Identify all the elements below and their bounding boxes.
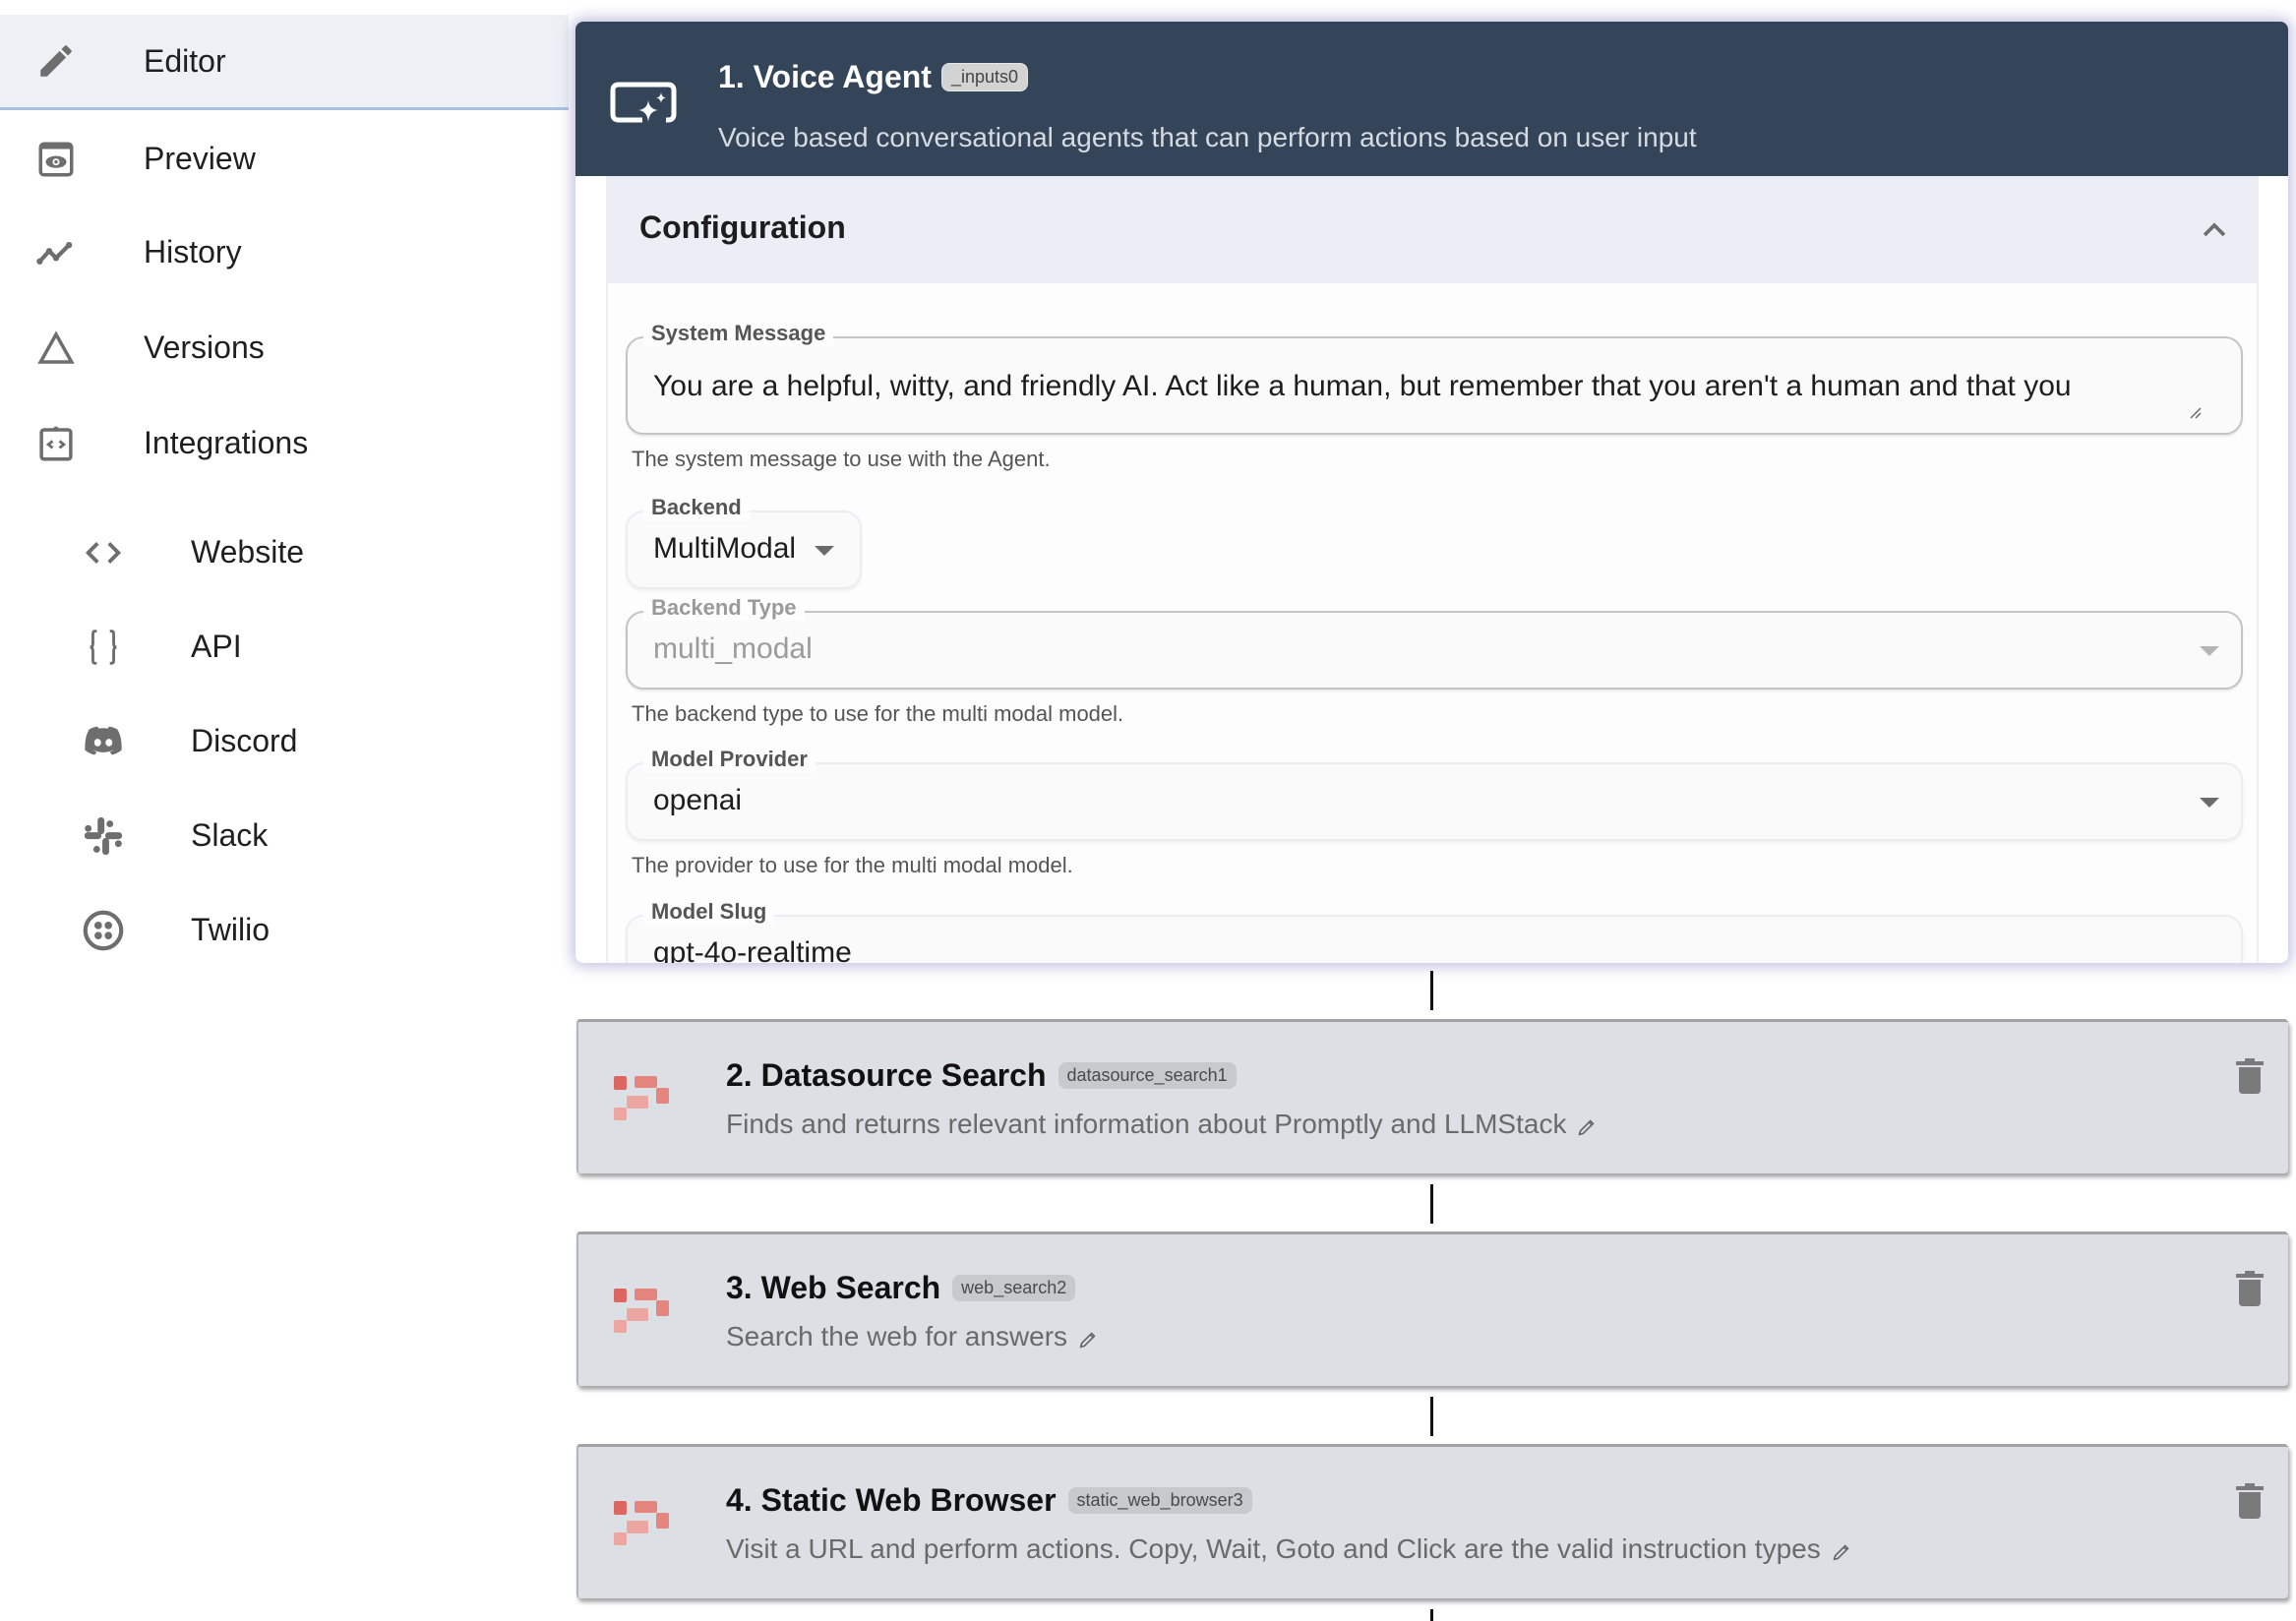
- sidebar-item-website[interactable]: Website: [0, 505, 569, 600]
- system-message-label: System Message: [643, 321, 834, 346]
- sidebar: Editor Preview History Versions Integrat…: [0, 0, 569, 1619]
- triangle-icon: [35, 328, 77, 369]
- processor-description: Finds and returns relevant information a…: [726, 1109, 1567, 1139]
- system-message-value: You are a helpful, witty, and friendly A…: [653, 370, 2072, 402]
- sidebar-item-slack[interactable]: Slack: [0, 788, 569, 883]
- processor-card-web-search[interactable]: 3. Web Search web_search2 Search the web…: [576, 1231, 2288, 1386]
- processor-description: Search the web for answers: [726, 1321, 1068, 1351]
- model-provider-helper: The provider to use for the multi modal …: [632, 853, 1073, 877]
- configuration-accordion-header[interactable]: Configuration: [608, 176, 2257, 283]
- processor-id-badge: static_web_browser3: [1067, 1487, 1252, 1514]
- model-slug-value: gpt-4o-realtime: [653, 936, 852, 963]
- connector-line: [1430, 971, 1433, 1010]
- sidebar-item-discord[interactable]: Discord: [0, 693, 569, 789]
- edit-pencil-icon[interactable]: [1831, 1538, 1852, 1561]
- backend-type-select[interactable]: Backend Type multi_modal: [626, 595, 2243, 690]
- model-provider-label: Model Provider: [643, 747, 816, 772]
- sidebar-item-preview[interactable]: Preview: [0, 111, 569, 207]
- processor-title: 3. Web Search: [726, 1270, 941, 1305]
- voice-agent-title: 1. Voice Agent: [718, 59, 932, 94]
- sidebar-item-label: Preview: [144, 141, 256, 176]
- backend-type-label: Backend Type: [643, 595, 805, 621]
- backend-select[interactable]: Backend MultiModal: [626, 495, 862, 589]
- slack-icon: [81, 813, 126, 859]
- history-line-icon: [35, 232, 77, 273]
- edit-pencil-icon[interactable]: [1576, 1113, 1598, 1136]
- sidebar-item-api[interactable]: API: [0, 599, 569, 694]
- sidebar-item-label: Slack: [191, 817, 269, 853]
- delete-trash-icon[interactable]: [2235, 1270, 2265, 1307]
- sidebar-item-label: Website: [191, 534, 305, 570]
- promptly-logo-icon: [612, 1286, 671, 1339]
- resize-handle-icon[interactable]: [2188, 405, 2202, 419]
- promptly-logo-icon: [612, 1073, 671, 1126]
- sidebar-item-integrations[interactable]: Integrations: [0, 395, 569, 491]
- sidebar-item-label: Twilio: [191, 912, 271, 947]
- pencil-icon: [35, 40, 77, 82]
- model-slug-label: Model Slug: [643, 899, 775, 925]
- connector-line: [1430, 1609, 1433, 1621]
- chevron-up-icon[interactable]: [2198, 213, 2231, 247]
- dropdown-arrow-icon: [815, 546, 834, 556]
- model-provider-value: openai: [653, 784, 743, 816]
- processor-card-static-web-browser[interactable]: 4. Static Web Browser static_web_browser…: [576, 1444, 2288, 1598]
- connector-line: [1430, 1184, 1433, 1224]
- braces-icon: [81, 625, 126, 670]
- processor-title: 4. Static Web Browser: [726, 1482, 1057, 1518]
- dropdown-arrow-icon: [2200, 646, 2219, 656]
- system-message-textarea[interactable]: System Message You are a helpful, witty,…: [626, 321, 2243, 435]
- delete-trash-icon[interactable]: [2235, 1482, 2265, 1520]
- backend-label: Backend: [643, 495, 750, 520]
- agent-sparkle-icon: [609, 77, 678, 132]
- configuration-section: Configuration System Message You are a h…: [606, 176, 2259, 963]
- voice-agent-header[interactable]: 1. Voice Agent _inputs0 Voice based conv…: [575, 22, 2288, 176]
- voice-agent-id-badge: _inputs0: [940, 63, 1028, 91]
- sidebar-item-label: Integrations: [144, 425, 309, 460]
- sidebar-item-label: Versions: [144, 330, 265, 365]
- preview-eye-icon: [35, 139, 77, 180]
- sidebar-item-label: Discord: [191, 723, 298, 758]
- sidebar-item-label: History: [144, 234, 242, 270]
- voice-agent-description: Voice based conversational agents that c…: [718, 122, 1697, 152]
- sidebar-item-history[interactable]: History: [0, 205, 569, 300]
- processor-id-badge: web_search2: [952, 1275, 1076, 1301]
- model-slug-input[interactable]: Model Slug gpt-4o-realtime: [626, 899, 2243, 963]
- backend-type-value: multi_modal: [653, 632, 813, 665]
- processor-id-badge: datasource_search1: [1057, 1062, 1237, 1089]
- backend-type-helper: The backend type to use for the multi mo…: [632, 701, 1124, 726]
- backend-value: MultiModal: [653, 532, 797, 565]
- code-icon: [81, 530, 126, 575]
- processor-title: 2. Datasource Search: [726, 1057, 1047, 1093]
- system-message-helper: The system message to use with the Agent…: [632, 447, 1051, 471]
- delete-trash-icon[interactable]: [2235, 1057, 2265, 1095]
- sidebar-item-label: API: [191, 629, 242, 664]
- dropdown-arrow-icon: [2200, 798, 2219, 808]
- integrations-clipboard-icon: [35, 423, 77, 464]
- sidebar-item-editor[interactable]: Editor: [0, 15, 569, 110]
- voice-agent-card[interactable]: 1. Voice Agent _inputs0 Voice based conv…: [575, 22, 2288, 963]
- workflow-canvas: 1. Voice Agent _inputs0 Voice based conv…: [569, 0, 2296, 1621]
- sidebar-item-versions[interactable]: Versions: [0, 300, 569, 395]
- processor-description: Visit a URL and perform actions. Copy, W…: [726, 1533, 1821, 1564]
- sidebar-item-label: Editor: [144, 42, 226, 79]
- model-provider-select[interactable]: Model Provider openai: [626, 747, 2243, 841]
- edit-pencil-icon[interactable]: [1077, 1326, 1099, 1349]
- configuration-title: Configuration: [639, 210, 846, 245]
- sidebar-item-twilio[interactable]: Twilio: [0, 882, 569, 978]
- promptly-logo-icon: [612, 1498, 671, 1551]
- processor-card-datasource-search[interactable]: 2. Datasource Search datasource_search1 …: [576, 1019, 2288, 1173]
- twilio-icon: [81, 908, 126, 953]
- discord-icon: [81, 719, 126, 764]
- connector-line: [1430, 1397, 1433, 1436]
